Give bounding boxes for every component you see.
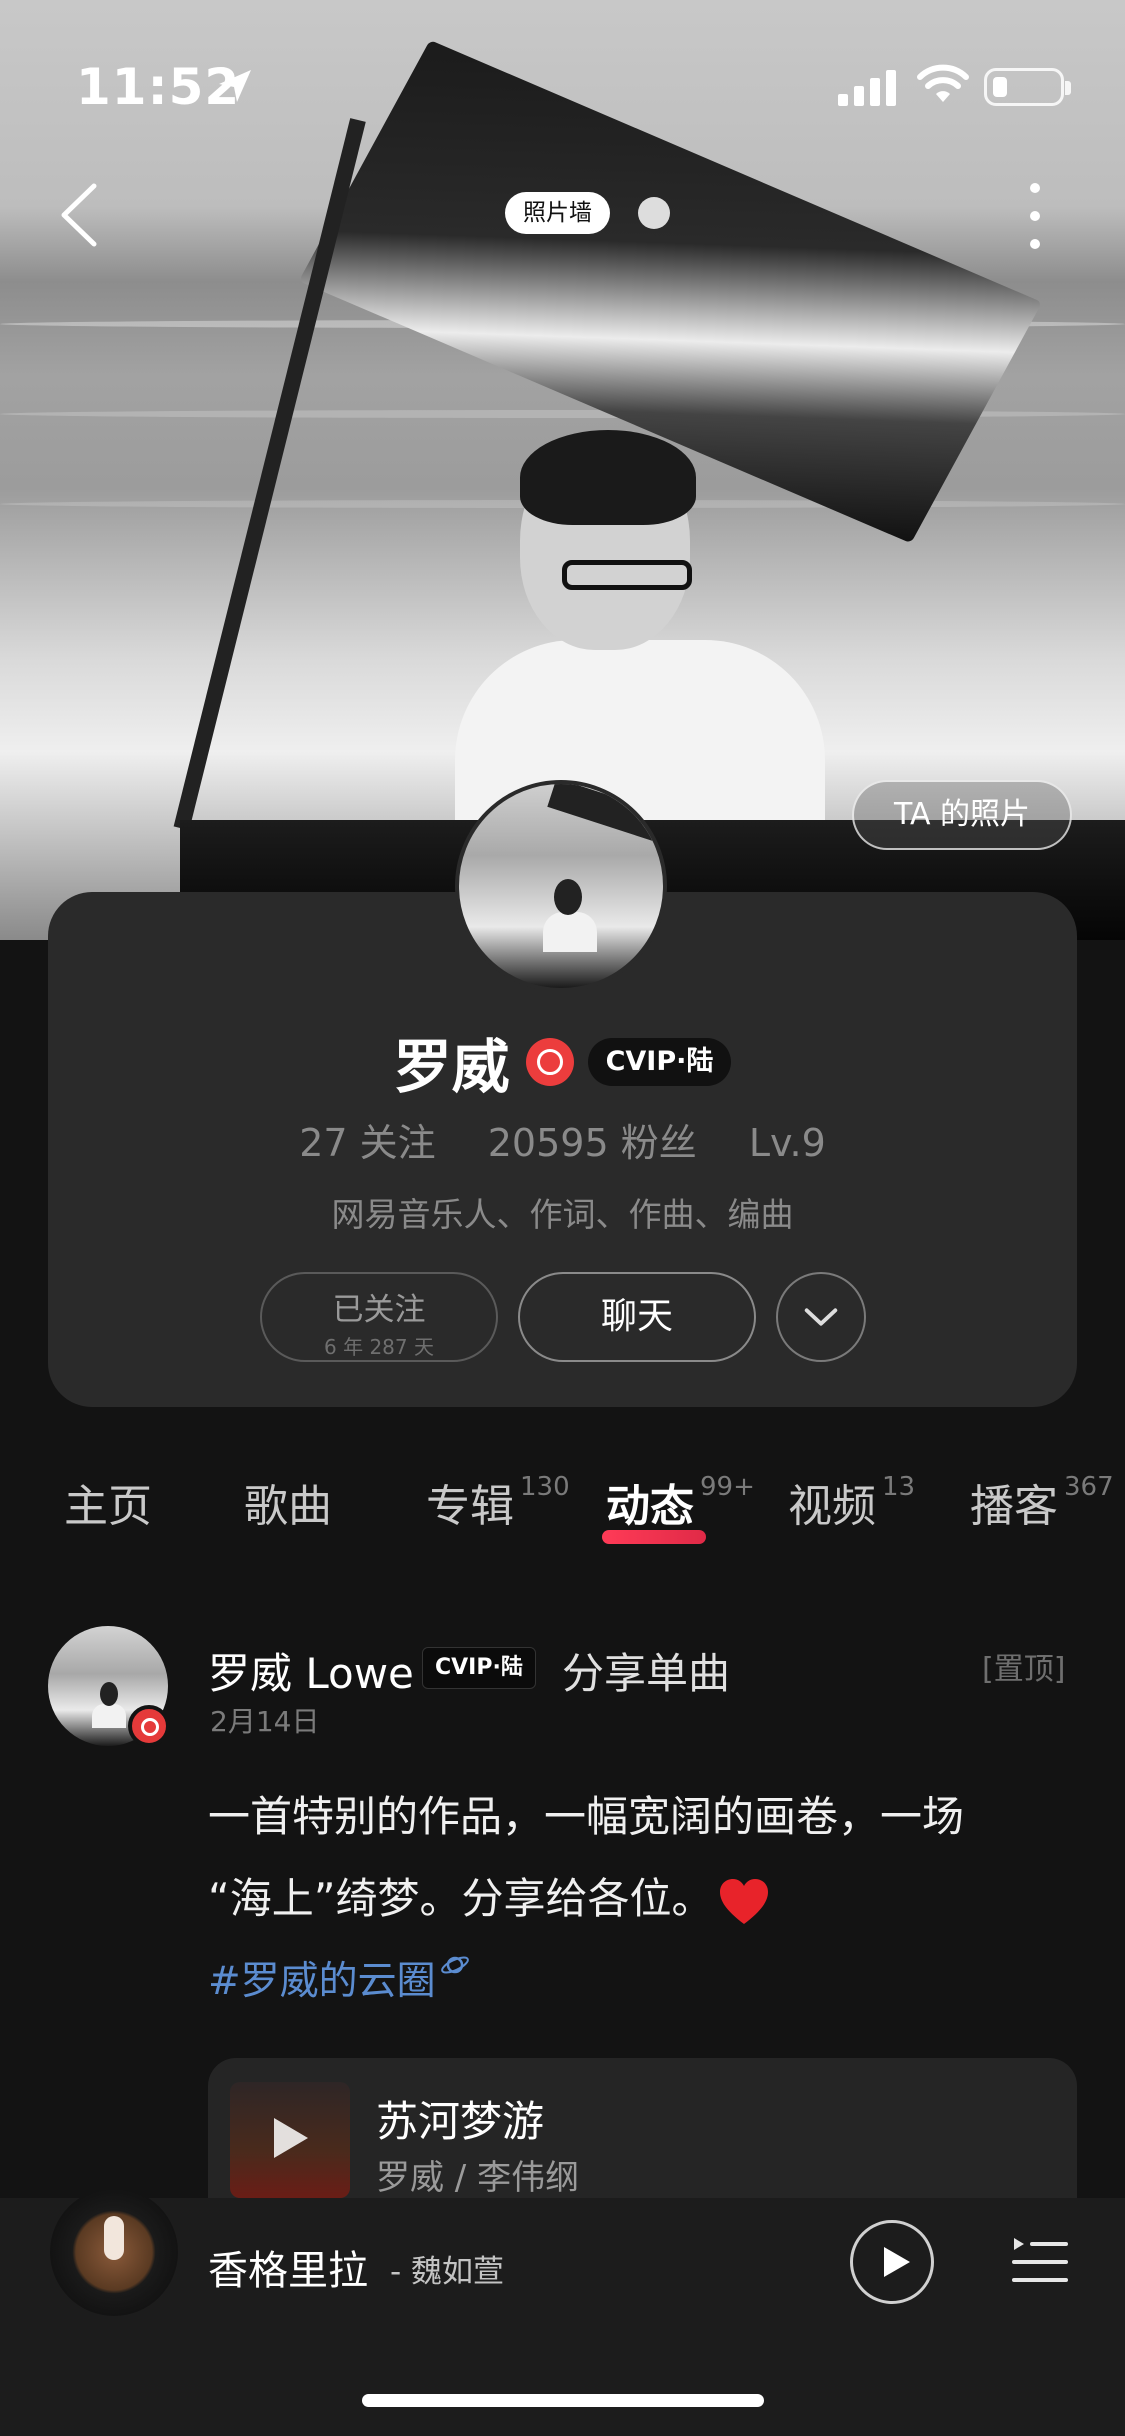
- tab-count: 99+: [700, 1472, 755, 1502]
- battery-icon: [984, 68, 1071, 106]
- tab-label: 歌曲: [244, 1481, 332, 1532]
- post-text-line: 一首特别的作品，一幅宽阔的画卷，一场: [208, 1792, 965, 1841]
- photo-wall-indicator-dot: [638, 197, 670, 229]
- followed-button[interactable]: 已关注 6 年 287 天: [260, 1272, 498, 1362]
- cover-figure: [104, 2216, 124, 2260]
- battery-level: [993, 77, 1007, 97]
- tab-songs[interactable]: 歌曲: [244, 1470, 332, 1534]
- now-playing-cover[interactable]: [50, 2188, 178, 2316]
- tab-label: 播客: [970, 1481, 1058, 1532]
- followers-stat[interactable]: 20595 粉丝: [488, 1121, 697, 1165]
- song-artist: 罗威 / 李伟纲: [376, 2158, 580, 2198]
- followed-label: 已关注: [332, 1292, 426, 1328]
- back-chevron-icon[interactable]: [56, 180, 106, 250]
- following-count: 27: [299, 1121, 348, 1165]
- musician-badge-icon: [525, 1038, 574, 1086]
- person-glasses: [562, 560, 692, 590]
- musician-badge-icon: [128, 1705, 170, 1747]
- active-tab-indicator: [602, 1530, 706, 1544]
- post-hashtag[interactable]: #罗威的云圈: [208, 1950, 470, 2006]
- song-title: 苏河梦游: [376, 2097, 545, 2146]
- vip-badge[interactable]: ⅭVIP·陆: [422, 1647, 536, 1689]
- tab-label: 主页: [64, 1481, 152, 1532]
- avatar-person: [92, 1704, 126, 1728]
- followed-duration: 6 年 287 天: [324, 1335, 434, 1359]
- post-text-line-2: “海上”绮梦。分享给各位。: [208, 1858, 1088, 1940]
- following-label: 关注: [359, 1121, 436, 1165]
- now-playing-title[interactable]: 香格里拉: [208, 2238, 368, 2296]
- post-date: 2月14日: [210, 1705, 320, 1738]
- play-button[interactable]: [850, 2220, 934, 2304]
- planet-icon: [440, 1956, 469, 1974]
- tab-count: 367: [1064, 1472, 1114, 1502]
- artist-name: 罗威: [393, 1033, 510, 1101]
- post-author-name[interactable]: 罗威 Lowe: [208, 1640, 414, 1701]
- followers-count: 20595: [487, 1121, 609, 1165]
- tab-label: 动态: [606, 1481, 694, 1532]
- tab-activity[interactable]: 动态 99+: [606, 1470, 755, 1534]
- song-cover[interactable]: [230, 2082, 350, 2198]
- tab-podcasts[interactable]: 播客 367: [970, 1470, 1114, 1534]
- person-hair: [520, 430, 696, 525]
- tab-count: 130: [520, 1472, 570, 1502]
- now-playing-artist: - 魏如萱: [390, 2254, 505, 2290]
- level-stat[interactable]: Lv.9: [749, 1121, 826, 1165]
- heart-emoji-icon: [719, 1878, 768, 1924]
- following-stat[interactable]: 27 关注: [299, 1121, 435, 1165]
- hashtag-text: #罗威的云圈: [208, 1959, 436, 2004]
- home-indicator: [362, 2394, 764, 2407]
- avatar-person: [543, 912, 597, 952]
- profile-stats: 27 关注 20595 粉丝 Lv.9: [0, 1112, 1125, 1167]
- post-text: 一首特别的作品，一幅宽阔的画卷，一场 “海上”绮梦。分享给各位。: [208, 1776, 1088, 1940]
- playlist-icon[interactable]: [1010, 2232, 1070, 2292]
- post-action-label: 分享单曲: [562, 1649, 731, 1698]
- tab-videos[interactable]: 视频 13: [788, 1470, 915, 1534]
- avatar-person-head: [100, 1682, 118, 1706]
- chat-button[interactable]: 聊天: [518, 1272, 756, 1362]
- chevron-down-icon[interactable]: [776, 1272, 866, 1362]
- post-text-line: “海上”绮梦。分享给各位。: [208, 1874, 714, 1923]
- tab-albums[interactable]: 专辑 130: [426, 1470, 570, 1534]
- avatar-person-head: [554, 879, 582, 915]
- vip-badge[interactable]: ⅭVIP·陆: [587, 1038, 732, 1086]
- tab-home[interactable]: 主页: [64, 1470, 152, 1534]
- profile-bio: 网易音乐人、作词、作曲、编曲: [331, 1195, 794, 1234]
- shared-song-card[interactable]: 苏河梦游 罗威 / 李伟纲: [208, 2058, 1077, 2198]
- photo-wall-tag[interactable]: 照片墙: [505, 192, 610, 234]
- ta-photos-button[interactable]: TA 的照片: [852, 780, 1072, 850]
- profile-name-row: 罗威 ⅭVIP·陆: [0, 1020, 1125, 1104]
- tab-label: 视频: [788, 1481, 876, 1532]
- wifi-icon: [917, 64, 969, 102]
- location-arrow-icon: [219, 70, 251, 102]
- cellular-signal-icon: [838, 70, 896, 106]
- piano-prop-stick: [173, 118, 366, 831]
- profile-tabs: 主页 歌曲 专辑 130 动态 99+ 视频 13 播客 367: [0, 1470, 1125, 1540]
- tab-label: 专辑: [426, 1481, 514, 1532]
- more-options-icon[interactable]: [1020, 178, 1050, 258]
- play-icon: [274, 2118, 308, 2158]
- tab-count: 13: [882, 1472, 916, 1502]
- pinned-tag: [置顶]: [982, 1652, 1066, 1687]
- followers-label: 粉丝: [620, 1121, 697, 1165]
- avatar[interactable]: [455, 780, 667, 992]
